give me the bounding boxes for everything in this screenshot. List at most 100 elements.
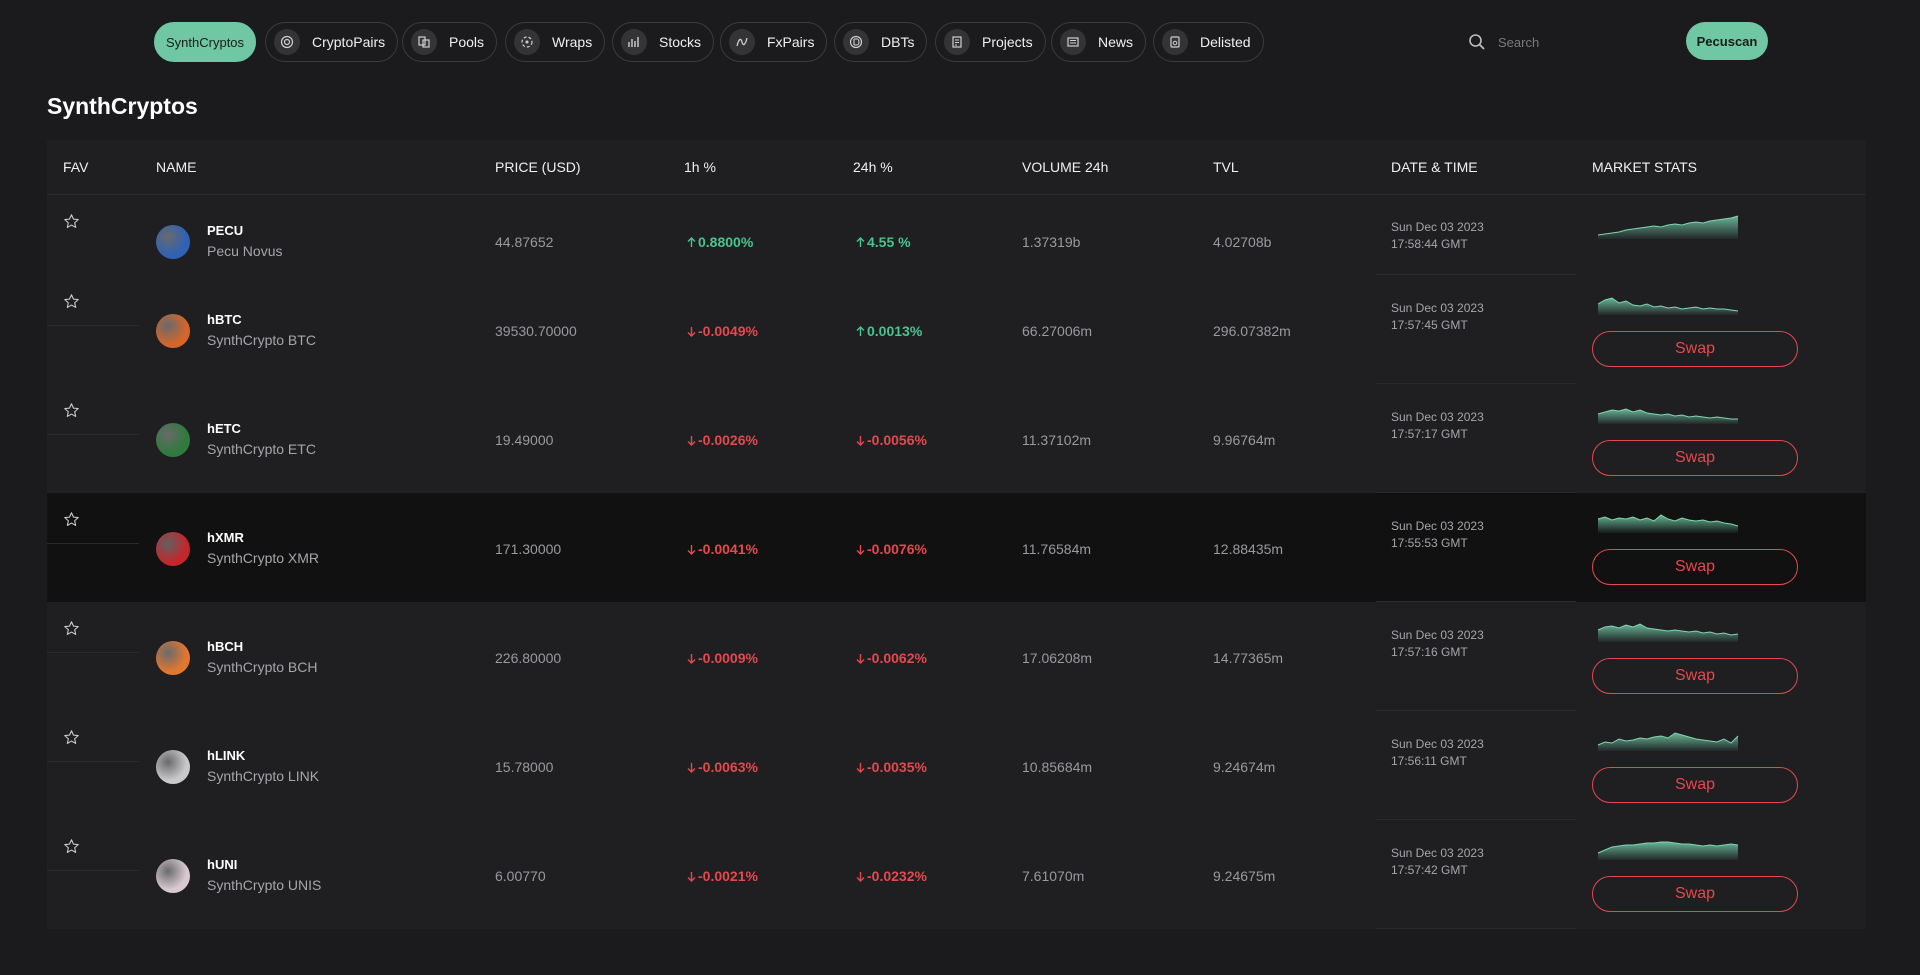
pools-icon — [411, 29, 437, 55]
change-24h-value: -0.0062% — [867, 650, 927, 666]
market-sparkline — [1597, 623, 1739, 642]
market-sparkline — [1597, 732, 1739, 751]
favorite-star-icon[interactable] — [63, 293, 80, 310]
market-sparkline — [1597, 408, 1738, 424]
coin-name: SynthCrypto LINK — [207, 768, 320, 784]
tab-label: Wraps — [552, 34, 593, 50]
timestamp-time: 17:55:53 GMT — [1391, 536, 1468, 550]
favorite-star-icon[interactable] — [63, 511, 80, 528]
tvl-value: 14.77365m — [1213, 650, 1284, 666]
pecuscan-button[interactable]: Pecuscan — [1686, 22, 1768, 60]
favorite-star-icon[interactable] — [63, 402, 80, 419]
header-24h[interactable]: 24h % — [853, 159, 893, 175]
coin-symbol[interactable]: hBCH — [207, 639, 243, 654]
tab-pools[interactable]: Pools — [402, 22, 498, 62]
search-box — [1468, 28, 1658, 56]
arrow-up-icon — [687, 236, 696, 247]
swap-button[interactable]: Swap — [1592, 767, 1798, 803]
tab-stocks[interactable]: Stocks — [612, 22, 715, 62]
header-volume[interactable]: VOLUME 24h — [1022, 159, 1108, 175]
tab-cryptopairs[interactable]: CryptoPairs — [265, 22, 399, 62]
swap-button[interactable]: Swap — [1592, 440, 1798, 476]
timestamp-date: Sun Dec 03 2023 — [1391, 220, 1484, 234]
delisted-icon — [1162, 29, 1188, 55]
price-value: 44.87652 — [495, 234, 554, 250]
tab-delisted[interactable]: Delisted — [1153, 22, 1264, 62]
tab-fxpairs[interactable]: FxPairs — [720, 22, 828, 62]
dbts-icon — [843, 29, 869, 55]
tab-dbts[interactable]: DBTs — [834, 22, 928, 62]
timestamp-date: Sun Dec 03 2023 — [1391, 519, 1484, 533]
news-icon — [1060, 29, 1086, 55]
row-divider — [47, 652, 139, 653]
favorite-star-icon[interactable] — [63, 838, 80, 855]
coin-symbol[interactable]: hLINK — [207, 748, 245, 763]
coin-logo — [156, 859, 190, 893]
tab-synthcryptos[interactable]: SynthCryptos — [154, 22, 257, 62]
change-24h: -0.0232% — [856, 868, 927, 884]
coin-symbol[interactable]: hXMR — [207, 530, 244, 545]
table-row[interactable]: hXMR SynthCrypto XMR 171.30000 -0.0041% … — [47, 493, 1866, 602]
coin-symbol[interactable]: PECU — [207, 223, 243, 238]
coin-name: Pecu Novus — [207, 243, 283, 259]
timestamp: Sun Dec 03 2023 17:57:42 GMT — [1391, 845, 1484, 879]
change-1h-value: -0.0041% — [698, 541, 758, 557]
tab-news[interactable]: News — [1051, 22, 1147, 62]
tab-label: Delisted — [1200, 34, 1251, 50]
table-row[interactable]: hBTC SynthCrypto BTC 39530.70000 -0.0049… — [47, 275, 1866, 384]
favorite-star-icon[interactable] — [63, 620, 80, 637]
table-row[interactable]: hBCH SynthCrypto BCH 226.80000 -0.0009% … — [47, 602, 1866, 711]
synthcryptos-table: FAV NAME PRICE (USD) 1h % 24h % VOLUME 2… — [47, 140, 1866, 929]
favorite-star-icon[interactable] — [63, 213, 80, 230]
page-title: SynthCryptos — [47, 93, 198, 119]
change-24h-value: -0.0076% — [867, 541, 927, 557]
coin-symbol[interactable]: hETC — [207, 421, 241, 436]
coin-symbol[interactable]: hUNI — [207, 857, 237, 872]
coins-icon — [274, 29, 300, 55]
coin-name: SynthCrypto BCH — [207, 659, 318, 675]
coin-name: SynthCrypto ETC — [207, 441, 316, 457]
search-icon[interactable] — [1468, 33, 1486, 51]
change-1h: -0.0049% — [687, 323, 758, 339]
header-price[interactable]: PRICE (USD) — [495, 159, 581, 175]
wraps-icon — [514, 29, 540, 55]
header-fav[interactable]: FAV — [63, 159, 88, 175]
tab-projects[interactable]: Projects — [935, 22, 1046, 62]
price-value: 6.00770 — [495, 868, 546, 884]
arrow-down-icon — [856, 653, 865, 664]
table-header: FAV NAME PRICE (USD) 1h % 24h % VOLUME 2… — [47, 140, 1866, 195]
change-1h-value: -0.0063% — [698, 759, 758, 775]
timestamp: Sun Dec 03 2023 17:56:11 GMT — [1391, 736, 1484, 770]
tab-wraps[interactable]: Wraps — [505, 22, 606, 62]
price-value: 39530.70000 — [495, 323, 577, 339]
timestamp-date: Sun Dec 03 2023 — [1391, 410, 1484, 424]
change-24h-value: 4.55 % — [867, 234, 911, 250]
header-name[interactable]: NAME — [156, 159, 196, 175]
tvl-value: 296.07382m — [1213, 323, 1291, 339]
header-datetime[interactable]: DATE & TIME — [1391, 159, 1478, 175]
change-24h-value: -0.0035% — [867, 759, 927, 775]
swap-button[interactable]: Swap — [1592, 658, 1798, 694]
row-divider — [47, 543, 139, 544]
swap-button[interactable]: Swap — [1592, 876, 1798, 912]
search-input[interactable] — [1496, 33, 1650, 51]
row-divider — [47, 870, 139, 871]
tab-label: Pools — [449, 34, 485, 50]
table-row[interactable]: hETC SynthCrypto ETC 19.49000 -0.0026% -… — [47, 384, 1866, 493]
table-row[interactable]: hLINK SynthCrypto LINK 15.78000 -0.0063%… — [47, 711, 1866, 820]
header-1h[interactable]: 1h % — [684, 159, 716, 175]
table-row[interactable]: PECU Pecu Novus 44.87652 0.8800% 4.55 % … — [47, 195, 1866, 275]
change-24h: -0.0035% — [856, 759, 927, 775]
header-tvl[interactable]: TVL — [1213, 159, 1239, 175]
coin-logo — [156, 641, 190, 675]
change-1h-value: -0.0009% — [698, 650, 758, 666]
timestamp-date: Sun Dec 03 2023 — [1391, 301, 1484, 315]
swap-button[interactable]: Swap — [1592, 331, 1798, 367]
table-row[interactable]: hUNI SynthCrypto UNIS 6.00770 -0.0021% -… — [47, 820, 1866, 929]
swap-button[interactable]: Swap — [1592, 549, 1798, 585]
tvl-value: 4.02708b — [1213, 234, 1272, 250]
coin-symbol[interactable]: hBTC — [207, 312, 242, 327]
coin-logo — [156, 532, 190, 566]
coin-logo — [156, 225, 190, 259]
favorite-star-icon[interactable] — [63, 729, 80, 746]
